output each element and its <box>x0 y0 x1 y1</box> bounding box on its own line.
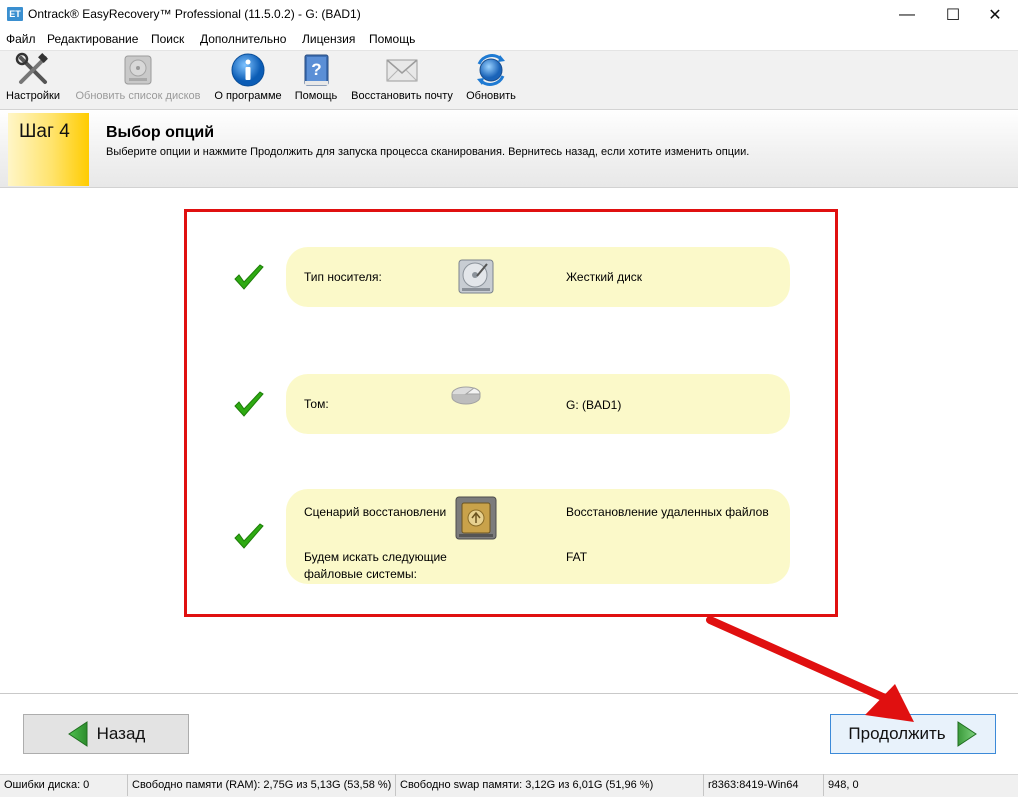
step-title: Выбор опций <box>106 124 215 141</box>
toolbar-refresh-disks-label: Обновить список дисков <box>75 90 201 102</box>
maximize-button[interactable]: ☐ <box>930 0 976 29</box>
toolbar-settings-label: Настройки <box>6 90 60 102</box>
toolbar-help-button[interactable]: ? Помощь <box>292 52 340 104</box>
window-title: Ontrack® EasyRecovery™ Professional (11.… <box>28 7 361 21</box>
menu-edit[interactable]: Редактирование <box>47 32 138 46</box>
toolbar-about-label: О программе <box>214 90 282 102</box>
svg-text:?: ? <box>311 60 321 79</box>
toolbar-update-label: Обновить <box>466 90 516 102</box>
status-coords: 948, 0 <box>828 779 859 791</box>
option-media-type-value: Жесткий диск <box>566 270 643 284</box>
step-subtitle: Выберите опции и нажмите Продолжить для … <box>106 146 750 158</box>
option-filesystems-label-line2: файловые системы: <box>304 567 418 581</box>
back-button[interactable]: Назад <box>23 714 189 754</box>
toolbar-help-label: Помощь <box>294 90 338 102</box>
option-volume-value: G: (BAD1) <box>566 398 622 412</box>
toolbar-refresh-disks-button[interactable]: Обновить список дисков <box>68 52 208 104</box>
option-media-type-label: Тип носителя: <box>304 270 382 284</box>
option-volume <box>286 374 790 434</box>
toolbar-restore-mail-button[interactable]: Восстановить почту <box>347 52 457 104</box>
hard-drive-icon <box>458 259 494 294</box>
continue-button-label: Продолжить <box>848 724 946 743</box>
toolbar-settings-button[interactable]: Настройки <box>3 52 63 104</box>
menu-file[interactable]: Файл <box>6 32 36 46</box>
status-ram: Свободно памяти (RAM): 2,75G из 5,13G (5… <box>128 774 396 796</box>
option-filesystems-label-line1: Будем искать следующие <box>304 550 447 564</box>
menu-license[interactable]: Лицензия <box>302 32 355 46</box>
menu-advanced[interactable]: Дополнительно <box>200 32 286 46</box>
status-disk-errors: Ошибки диска: 0 <box>0 774 128 796</box>
refresh-disks-icon <box>124 55 152 85</box>
option-volume-label: Том: <box>304 397 329 411</box>
toolbar-restore-mail-label: Восстановить почту <box>351 90 453 102</box>
help-book-icon: ? <box>304 54 329 86</box>
option-scenario-value: Восстановление удаленных файлов <box>566 505 769 519</box>
arrow-right-icon <box>957 721 977 747</box>
check-icon <box>234 391 264 417</box>
menu-search[interactable]: Поиск <box>151 32 184 46</box>
option-filesystems-value: FAT <box>566 550 588 564</box>
menu-help[interactable]: Помощь <box>369 32 415 46</box>
check-icon <box>234 523 264 549</box>
arrow-left-icon <box>67 721 88 747</box>
status-build: r8363:8419-Win64 <box>704 774 824 796</box>
mail-envelope-icon <box>386 59 418 82</box>
volume-icon <box>451 386 481 405</box>
close-button[interactable]: ✕ <box>972 0 1018 29</box>
toolbar-about-button[interactable]: О программе <box>211 52 285 104</box>
check-icon <box>234 264 264 290</box>
app-logo-icon: ET <box>7 7 23 21</box>
settings-tools-icon <box>15 52 48 84</box>
status-swap: Свободно swap памяти: 3,12G из 6,01G (51… <box>396 774 704 796</box>
option-scenario-label: Сценарий восстановлени <box>304 505 447 519</box>
toolbar-update-button[interactable]: Обновить <box>462 52 520 104</box>
update-globe-icon <box>477 54 505 86</box>
back-button-label: Назад <box>96 724 146 743</box>
continue-button[interactable]: Продолжить <box>830 714 996 754</box>
recovery-scenario-icon <box>455 496 497 540</box>
bottom-divider <box>0 693 1018 694</box>
step-number: Шаг 4 <box>19 121 70 142</box>
minimize-button[interactable]: — <box>884 0 930 29</box>
info-icon <box>231 53 265 87</box>
